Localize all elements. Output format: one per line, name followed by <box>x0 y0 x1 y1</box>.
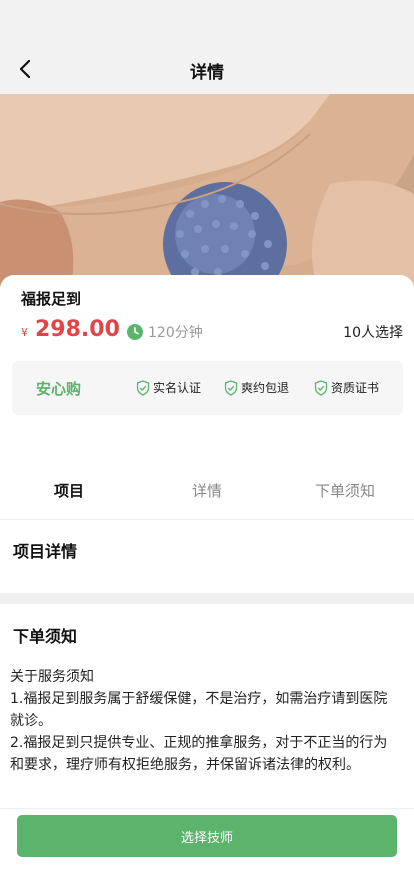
tab-project[interactable]: 项目 <box>9 480 129 501</box>
clock-icon <box>127 324 143 340</box>
badge-label: 资质证书 <box>331 381 380 395</box>
badge-refund: 爽约包退 <box>224 379 289 396</box>
badge-certificate: 资质证书 <box>314 379 379 396</box>
tab-details[interactable]: 详情 <box>147 480 267 501</box>
project-details-title: 项目详情 <box>13 542 78 561</box>
bottom-action-bar: 选择技师 <box>0 808 414 896</box>
shield-check-icon <box>224 379 238 396</box>
order-notice-title: 下单须知 <box>13 627 78 646</box>
notice-line: 关于服务须知 <box>10 669 94 685</box>
notice-line: 就诊。 <box>10 713 52 729</box>
status-bar-area <box>0 0 414 44</box>
select-technician-button[interactable]: 选择技师 <box>17 815 397 857</box>
currency-symbol: ¥ <box>21 326 28 339</box>
trust-guarantee-box: 安心购 实名认证 爽约包退 资质证书 <box>12 361 403 415</box>
notice-line: 2.福报足到只提供专业、正规的推拿服务，对于不正当的行为 和要求，理疗师有权拒绝… <box>10 735 388 773</box>
duration: 120分钟 <box>127 322 203 342</box>
order-notice-text: 关于服务须知 1.福报足到服务属于舒缓保健，不是治疗，如需治疗请到医院 就诊。 … <box>10 666 402 776</box>
trust-label: 安心购 <box>36 380 82 398</box>
section-divider <box>0 593 414 604</box>
product-info-card: 福报足到 ¥ 298.00 120分钟 10人选择 安心购 实名认证 爽约包退 … <box>0 275 414 455</box>
badge-real-name: 实名认证 <box>136 379 201 396</box>
page-title: 详情 <box>190 63 224 83</box>
shield-check-icon <box>136 379 150 396</box>
badge-label: 爽约包退 <box>241 381 290 395</box>
price: 298.00 <box>35 317 120 342</box>
badge-label: 实名认证 <box>153 381 202 395</box>
chosen-count: 10人选择 <box>343 325 403 341</box>
notice-line: 1.福报足到服务属于舒缓保健，不是治疗，如需治疗请到医院 <box>10 691 388 707</box>
navigation-bar: 详情 <box>0 44 414 94</box>
product-name: 福报足到 <box>21 290 82 308</box>
price-row: ¥ 298.00 120分钟 10人选择 <box>21 317 403 347</box>
hero-image <box>0 94 414 294</box>
tab-order-notice[interactable]: 下单须知 <box>285 480 405 501</box>
tab-bar: 项目 详情 下单须知 <box>0 466 414 520</box>
shield-check-icon <box>314 379 328 396</box>
duration-label: 120分钟 <box>148 325 203 341</box>
